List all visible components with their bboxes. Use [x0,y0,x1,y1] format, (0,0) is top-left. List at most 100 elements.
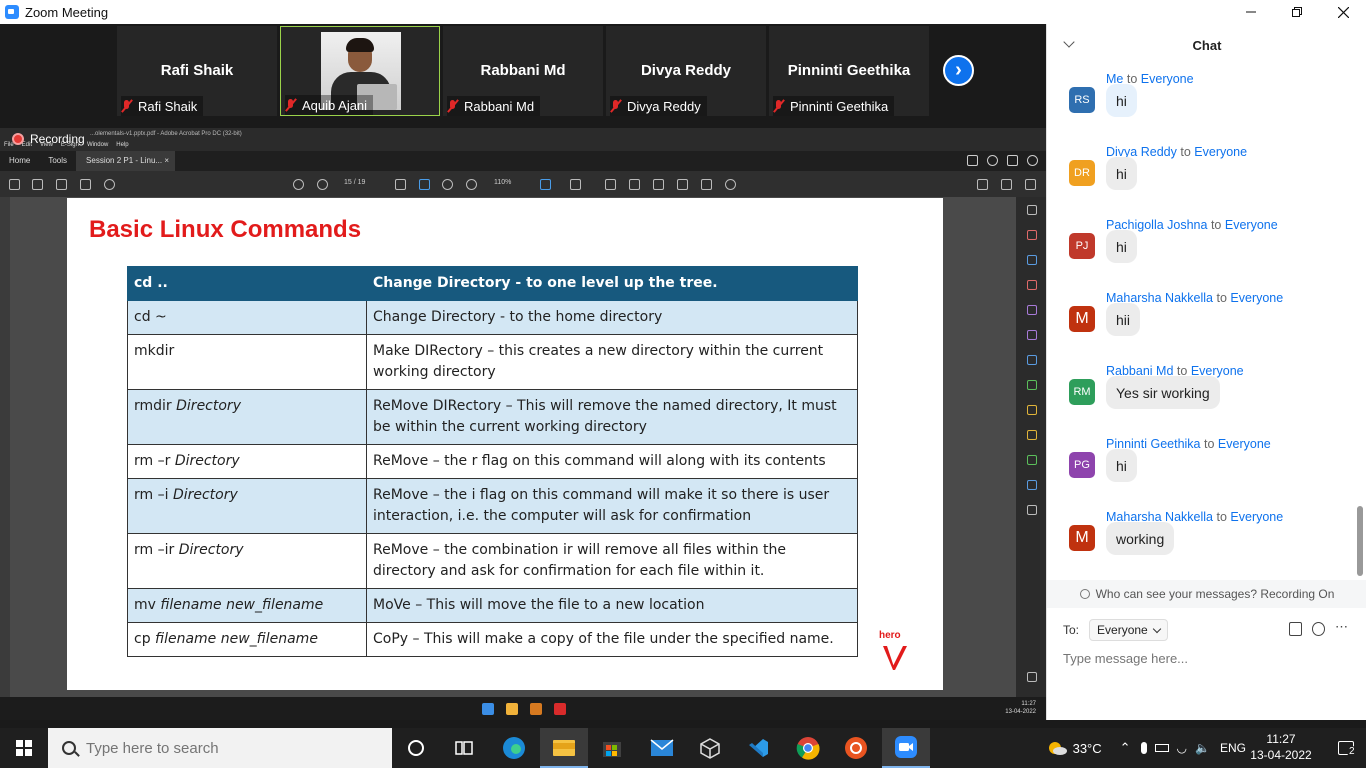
sign-icon[interactable] [977,179,988,190]
language-indicator[interactable]: ENG [1220,741,1246,755]
command-argument: filename new_filename [155,631,318,647]
participant-tile[interactable]: Divya Reddy Divya Reddy [606,26,766,116]
star-icon[interactable] [32,179,43,190]
chat-scrollbar[interactable] [1357,70,1363,580]
zoom-button[interactable] [882,728,930,768]
privacy-notice[interactable]: Who can see your messages? Recording On [1047,580,1366,608]
comment-icon[interactable] [605,179,616,190]
user-icon[interactable] [1027,155,1038,166]
export-pdf-icon[interactable] [1027,230,1037,240]
scan-icon[interactable] [1027,455,1037,465]
message-input[interactable] [1063,648,1353,668]
recipient-name[interactable]: Everyone [1225,218,1278,232]
participant-tile[interactable]: Rafi Shaik Rafi Shaik [117,26,277,116]
taskbar-clock[interactable]: 11:27 13-04-2022 [1248,731,1314,763]
compress-icon[interactable] [1027,380,1037,390]
notification-icon[interactable]: 2 [1338,741,1357,757]
chevron-up-icon[interactable]: ⌃ [1120,740,1131,756]
bell-icon[interactable] [1007,155,1018,166]
shared-clock: 11:27 13-04-2022 [1005,701,1036,715]
cortana-button[interactable] [392,728,440,768]
store-button[interactable] [588,728,636,768]
scroll-mode-icon[interactable] [570,179,581,190]
search-input[interactable] [86,739,366,757]
restore-icon [1292,7,1302,17]
upload-icon[interactable] [56,179,67,190]
recipient-name[interactable]: Everyone [1230,510,1283,524]
participant-tile[interactable]: Rabbani Md Rabbani Md [443,26,603,116]
chrome-button[interactable] [784,728,832,768]
minimize-button[interactable] [1228,0,1274,24]
save-icon[interactable] [9,179,20,190]
search-icon[interactable] [104,179,115,190]
page-up-icon[interactable] [293,179,304,190]
highlight-icon[interactable] [629,179,640,190]
protect-icon[interactable] [1027,405,1037,415]
fill-sign-icon[interactable] [1027,330,1037,340]
edit-pdf-icon[interactable] [1027,280,1037,290]
zoom-out-icon[interactable] [442,179,453,190]
next-page-button[interactable]: › [943,55,974,86]
rotate-icon[interactable] [725,179,736,190]
participant-tile-active-speaker[interactable]: Aquib Ajani [280,26,440,116]
stamp-icon[interactable] [677,179,688,190]
recipient-dropdown[interactable]: Everyone [1089,619,1168,641]
wifi-icon[interactable]: ◡ [1177,741,1187,755]
ubuntu-button[interactable] [832,728,880,768]
recording-indicator[interactable]: Recording [12,132,85,146]
acrobat-title-bar: ...olementals-v1.pptx.pdf - Adobe Acroba… [0,128,1046,140]
task-view-button[interactable] [440,728,488,768]
zoom-in-icon[interactable] [466,179,477,190]
select-cursor-icon[interactable] [395,179,406,190]
menu-item[interactable]: Window [87,140,108,151]
battery-icon[interactable] [1154,744,1169,752]
file-explorer-button[interactable] [540,728,588,768]
menu-item[interactable]: Help [116,140,128,151]
organize-pages-icon[interactable] [1027,305,1037,315]
app-3d-button[interactable] [686,728,734,768]
weather-temp[interactable]: 33°C [1073,741,1102,756]
page-down-icon[interactable] [317,179,328,190]
vscode-button[interactable] [734,728,782,768]
collapse-rail-icon[interactable] [1027,672,1037,682]
mail-button[interactable] [638,728,686,768]
zoom-level[interactable]: 110% [494,179,511,186]
link-icon[interactable] [1025,179,1036,190]
delete-icon[interactable] [701,179,712,190]
help-icon[interactable] [987,155,998,166]
recipient-name[interactable]: Everyone [1218,437,1271,451]
chevron-down-icon[interactable] [1063,36,1075,48]
recipient-name[interactable]: Everyone [1141,72,1194,86]
emoji-icon[interactable] [1312,622,1325,636]
mic-icon[interactable] [1140,742,1147,754]
close-button[interactable] [1320,0,1366,24]
send-review-icon[interactable] [1027,355,1037,365]
start-button[interactable] [0,728,48,768]
recipient-name[interactable]: Everyone [1194,145,1247,159]
shield-icon[interactable] [1027,480,1037,490]
more-icon[interactable]: ⋯ [1335,620,1348,636]
recipient-name[interactable]: Everyone [1230,291,1283,305]
tab-document[interactable]: Session 2 P1 - Linu... × [76,151,175,171]
close-icon[interactable]: × [164,156,169,165]
description-cell: ReMove DIRectory – This will remove the … [366,389,858,445]
hand-tool-icon[interactable] [419,179,430,190]
restore-button[interactable] [1274,0,1320,24]
participant-tile[interactable]: Pinninti Geethika Pinninti Geethika [769,26,929,116]
create-pdf-icon[interactable] [1027,255,1037,265]
zoom-icon[interactable] [1027,205,1037,215]
edge-button[interactable] [490,728,538,768]
share-icon[interactable] [967,155,978,166]
page-indicator[interactable]: 15 / 19 [344,179,365,186]
tab-home[interactable]: Home [0,151,39,171]
file-icon[interactable] [1289,622,1302,636]
taskbar-search[interactable] [48,728,392,768]
more-tools-icon[interactable] [1027,505,1037,515]
fit-page-icon[interactable] [540,179,551,190]
draw-icon[interactable] [653,179,664,190]
email-icon[interactable] [1001,179,1012,190]
tab-tools[interactable]: Tools [39,151,76,171]
comment-tool-icon[interactable] [1027,430,1037,440]
volume-icon[interactable]: 🔈 [1195,741,1210,755]
print-icon[interactable] [80,179,91,190]
